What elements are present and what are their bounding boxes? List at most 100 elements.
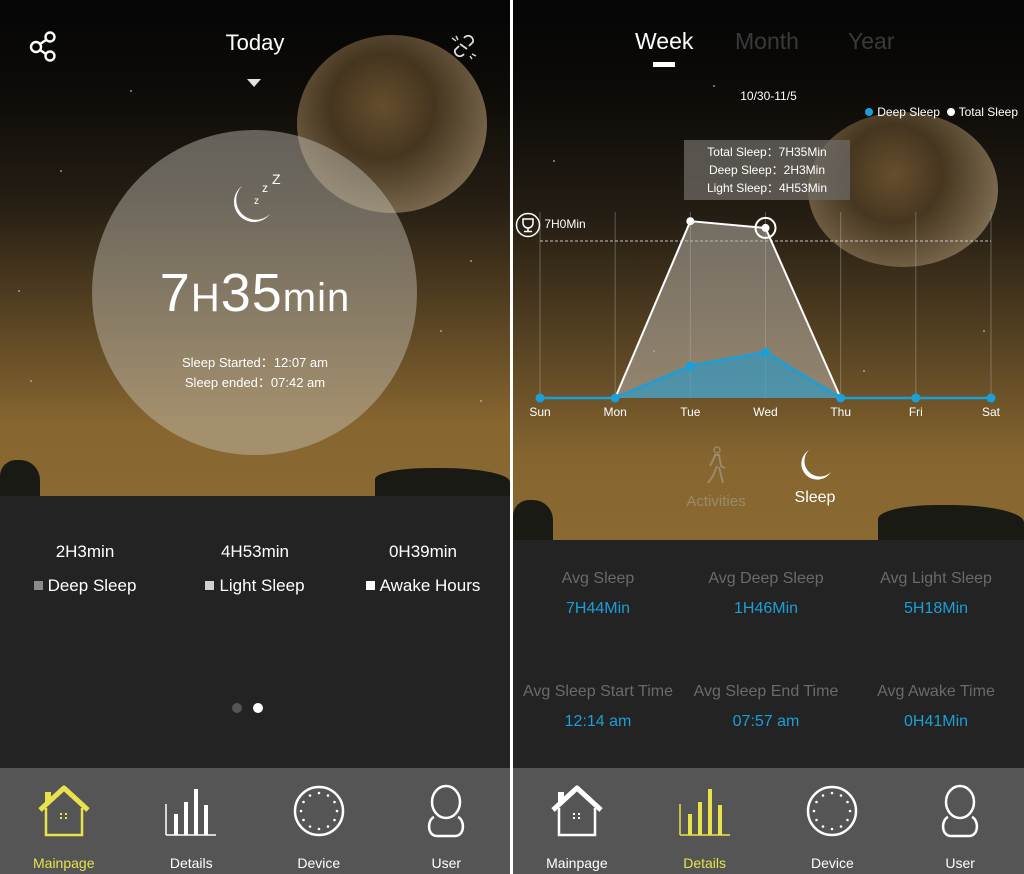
avg-label: Avg Sleep End Time: [693, 683, 839, 700]
tab-label: User: [431, 855, 462, 871]
avg-label: Avg Deep Sleep: [708, 570, 824, 587]
tooltip-light: Light Sleep：4H53Min: [706, 181, 828, 195]
watch-dial-icon: [807, 785, 858, 837]
walking-person-icon: [707, 446, 726, 484]
awake-hours-stat: 0H39min Awake Hours: [338, 542, 508, 596]
tab-label: Mainpage: [546, 855, 608, 871]
deep-sleep-point: [761, 347, 770, 357]
stat-label: Awake Hours: [379, 576, 481, 595]
tab-label: Device: [297, 855, 341, 871]
avg-value: 5H18Min: [903, 600, 969, 617]
tab-details[interactable]: Details: [128, 768, 256, 874]
page-dot[interactable]: [232, 703, 242, 713]
avg-deep-sleep: Avg Deep Sleep 1H46Min: [681, 570, 851, 618]
avg-label: Avg Awake Time: [877, 683, 995, 700]
mode-sleep[interactable]: Sleep: [765, 446, 865, 507]
tab-label: Details: [169, 855, 213, 871]
date-selector-title[interactable]: Today: [0, 30, 510, 56]
page-indicator: [232, 700, 274, 718]
sleep-chart: Sun Mon Tue Wed Thu Fri Sat: [529, 212, 1001, 419]
home-icon: [38, 785, 90, 837]
avg-label: Avg Sleep Start Time: [523, 683, 673, 700]
details-screen: Week Month Year 10/30-11/5 Deep Sleep To…: [513, 0, 1024, 874]
x-tick-label: Thu: [830, 405, 851, 419]
avg-sleep-start: Avg Sleep Start Time 12:14 am: [513, 683, 683, 731]
deep-sleep-point: [535, 393, 545, 403]
sleep-started-text: Sleep Started：12:07 am: [182, 355, 328, 370]
user-icon: [942, 784, 979, 838]
tree-silhouette: [375, 468, 510, 496]
avg-awake: Avg Awake Time 0H41Min: [851, 683, 1021, 731]
goal-marker: 7H0Min: [515, 212, 586, 238]
svg-text:Z: Z: [272, 172, 281, 187]
tab-user[interactable]: User: [896, 768, 1024, 874]
bottom-tab-bar: Mainpage Details Device User: [513, 768, 1024, 874]
stat-value: 4H53min: [220, 542, 290, 561]
user-icon: [428, 784, 465, 838]
avg-light-sleep: Avg Light Sleep 5H18Min: [851, 570, 1021, 618]
light-sleep-stat: 4H53min Light Sleep: [170, 542, 340, 596]
page-dot-active[interactable]: [253, 703, 263, 713]
stat-label: Light Sleep: [219, 576, 305, 595]
chart-tooltip: Total Sleep：7H35Min Deep Sleep：2H3Min Li…: [684, 140, 850, 200]
tab-details[interactable]: Details: [641, 768, 769, 874]
tab-label: Mainpage: [33, 855, 95, 871]
tree-silhouette: [513, 500, 553, 540]
tab-label: User: [945, 855, 975, 871]
deep-sleep-stat: 2H3min Deep Sleep: [0, 542, 170, 596]
deep-sleep-point: [836, 393, 846, 403]
tree-silhouette: [0, 460, 40, 500]
stat-value: 2H3min: [55, 542, 115, 561]
svg-text:z: z: [254, 196, 259, 207]
avg-sleep-end: Avg Sleep End Time 07:57 am: [681, 683, 851, 731]
avg-value: 12:14 am: [564, 713, 632, 730]
mode-label: Sleep: [794, 489, 836, 506]
moon-icon: [801, 450, 831, 480]
deep-sleep-point: [610, 393, 620, 403]
today-screen: Today zzZ 7H35min Sleep Started：12:07 am…: [0, 0, 510, 874]
x-tick-label: Tue: [680, 405, 701, 419]
tab-mainpage[interactable]: Mainpage: [513, 768, 641, 874]
triangle-down-icon[interactable]: [247, 79, 261, 87]
deep-sleep-point: [685, 361, 695, 371]
moon-sleep-icon: zzZ: [224, 171, 288, 237]
trophy-icon: [515, 212, 541, 238]
home-icon: [551, 785, 603, 837]
avg-sleep: Avg Sleep 7H44Min: [513, 570, 683, 618]
total-sleep-point: [686, 217, 695, 226]
tree-silhouette: [878, 505, 1024, 540]
stat-value: 0H39min: [388, 542, 458, 561]
legend-swatch: [205, 581, 215, 590]
x-tick-label: Fri: [909, 405, 923, 419]
bottom-tab-bar: Mainpage Details Device User: [0, 768, 510, 874]
tooltip-deep: Deep Sleep：2H3Min: [708, 163, 826, 177]
deep-sleep-area: [540, 352, 991, 398]
avg-value: 07:57 am: [732, 713, 800, 730]
deep-sleep-point: [986, 393, 996, 403]
goal-label: 7H0Min: [544, 217, 586, 232]
watch-dial-icon: [293, 785, 344, 837]
bar-chart-icon: [678, 789, 730, 836]
avg-value: 1H46Min: [733, 600, 799, 617]
total-sleep-point: [761, 223, 770, 232]
tab-device[interactable]: Device: [769, 768, 897, 874]
svg-text:z: z: [262, 181, 268, 195]
avg-label: Avg Light Sleep: [880, 570, 992, 587]
tooltip-total: Total Sleep：7H35Min: [707, 145, 827, 159]
stat-label: Deep Sleep: [47, 576, 137, 595]
mode-activities[interactable]: Activities: [666, 446, 766, 510]
avg-value: 0H41Min: [903, 713, 969, 730]
deep-sleep-point: [911, 393, 921, 403]
avg-value: 7H44Min: [565, 600, 631, 617]
link-sync-icon[interactable]: [450, 32, 478, 65]
tab-mainpage[interactable]: Mainpage: [0, 768, 128, 874]
x-tick-label: Wed: [753, 405, 777, 419]
x-tick-label: Sun: [529, 405, 550, 419]
tab-device[interactable]: Device: [255, 768, 383, 874]
total-sleep-duration: 7H35min: [159, 263, 351, 323]
legend-swatch: [365, 581, 375, 590]
sleep-ended-text: Sleep ended：07:42 am: [184, 375, 326, 390]
mode-label: Activities: [686, 493, 746, 510]
tab-user[interactable]: User: [383, 768, 511, 874]
avg-label: Avg Sleep: [561, 570, 635, 587]
